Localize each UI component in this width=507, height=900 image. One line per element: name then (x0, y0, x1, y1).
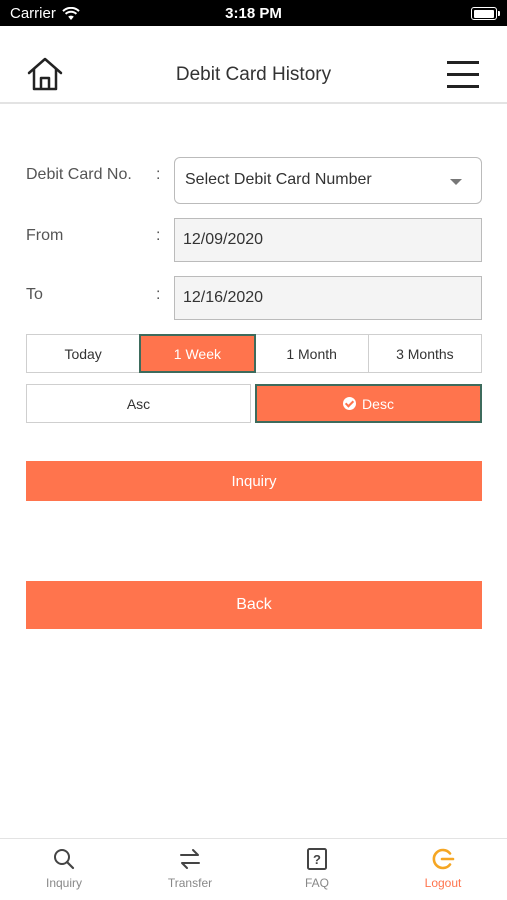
sort-order-selector: Asc Desc (26, 384, 482, 423)
inquiry-button[interactable]: Inquiry (26, 461, 482, 501)
sort-desc-button[interactable]: Desc (255, 384, 482, 423)
logout-icon (432, 848, 455, 870)
from-date-field[interactable] (174, 218, 482, 262)
tab-logout[interactable]: Logout (403, 847, 483, 895)
status-bar: Carrier 3:18 PM (0, 0, 507, 26)
to-date-field[interactable] (174, 276, 482, 320)
tab-transfer-label: Transfer (167, 876, 213, 890)
menu-icon (447, 61, 479, 64)
faq-icon: ? (307, 848, 327, 870)
colon: : (156, 166, 161, 183)
colon: : (156, 227, 161, 244)
status-time: 3:18 PM (225, 5, 282, 22)
transfer-icon (180, 849, 200, 869)
battery-icon (471, 7, 500, 20)
header: Debit Card History (0, 26, 507, 104)
period-3-months-button[interactable]: 3 Months (367, 334, 482, 373)
tab-logout-label: Logout (424, 876, 462, 890)
tab-inquiry[interactable]: Inquiry (24, 847, 104, 895)
search-icon (54, 849, 75, 870)
card-number-select-value: Select Debit Card Number (185, 171, 372, 188)
page-title: Debit Card History (175, 64, 332, 85)
svg-text:?: ? (313, 852, 321, 867)
from-label: From (26, 227, 64, 244)
tab-faq[interactable]: ? FAQ (277, 847, 357, 895)
period-1-month-button[interactable]: 1 Month (254, 334, 369, 373)
tab-bar: Inquiry Transfer ? FAQ Logout (0, 838, 507, 900)
tab-transfer[interactable]: Transfer (150, 847, 230, 895)
to-label: To (26, 286, 43, 303)
chevron-down-icon (450, 179, 462, 185)
back-button[interactable]: Back (26, 581, 482, 629)
card-number-select[interactable]: Select Debit Card Number (174, 157, 482, 204)
home-button[interactable] (26, 56, 64, 92)
colon: : (156, 286, 161, 303)
check-circle-icon (343, 397, 357, 410)
tab-faq-label: FAQ (304, 876, 329, 890)
menu-button[interactable] (447, 61, 479, 89)
home-icon (27, 57, 63, 91)
sort-asc-label: Asc (126, 395, 151, 412)
period-selector: Today 1 Week 1 Month 3 Months (26, 334, 482, 373)
sort-desc-label: Desc (362, 395, 394, 412)
tab-inquiry-label: Inquiry (45, 876, 83, 890)
period-today-button[interactable]: Today (26, 334, 141, 373)
period-1-week-button[interactable]: 1 Week (139, 334, 256, 373)
sort-asc-button[interactable]: Asc (26, 384, 251, 423)
card-number-label: Debit Card No. (26, 166, 132, 183)
